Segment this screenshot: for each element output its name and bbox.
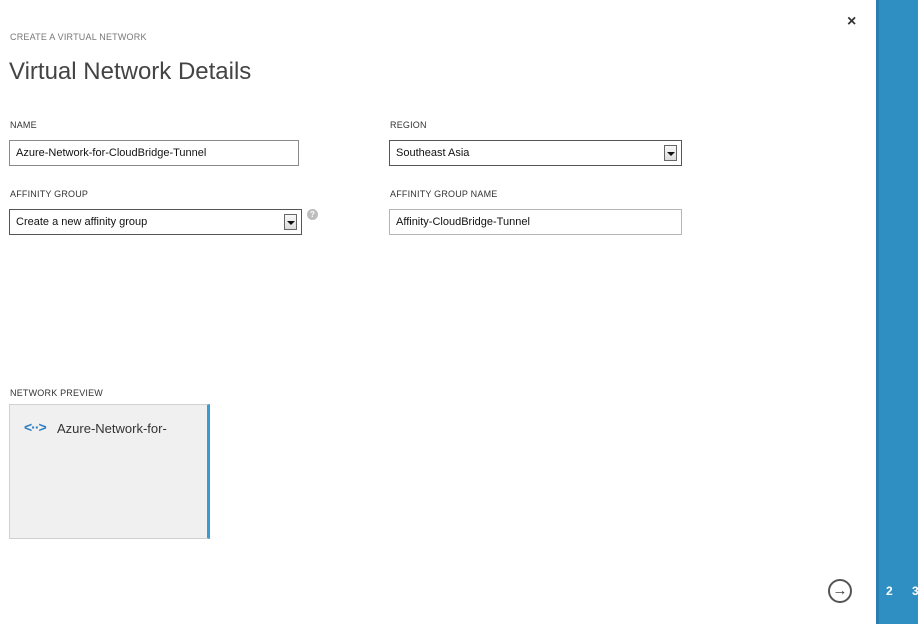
close-icon[interactable]: × (847, 13, 856, 31)
name-label: NAME (10, 120, 37, 130)
region-selected-value: Southeast Asia (396, 147, 470, 159)
affinity-group-name-input[interactable] (389, 209, 682, 235)
region-select[interactable]: Southeast Asia (389, 140, 682, 166)
question-icon[interactable]: ? (307, 209, 318, 220)
rail-divider (876, 0, 879, 624)
chevron-down-icon[interactable] (664, 145, 677, 161)
region-label: REGION (390, 120, 427, 130)
next-button[interactable]: → (828, 579, 852, 603)
step-2[interactable]: 2 (886, 584, 893, 598)
arrow-right-icon: → (832, 582, 848, 599)
name-input[interactable] (9, 140, 299, 166)
network-preview-tile[interactable]: <··> Azure-Network-for- (9, 404, 210, 539)
network-preview-name: Azure-Network-for- (57, 421, 167, 436)
affinity-group-select[interactable]: Create a new affinity group (9, 209, 302, 235)
page-title: Virtual Network Details (9, 58, 252, 85)
network-preview-label: NETWORK PREVIEW (10, 388, 104, 398)
step-3[interactable]: 3 (912, 584, 918, 598)
affinity-group-selected-value: Create a new affinity group (16, 216, 148, 228)
wizard-label: CREATE A VIRTUAL NETWORK (10, 32, 147, 42)
affinity-group-name-label: AFFINITY GROUP NAME (390, 189, 498, 199)
chevron-down-icon[interactable] (284, 214, 297, 230)
affinity-group-label: AFFINITY GROUP (10, 189, 89, 199)
virtual-network-icon: <··> (24, 419, 47, 435)
wizard-step-rail: 2 3 (876, 0, 918, 624)
